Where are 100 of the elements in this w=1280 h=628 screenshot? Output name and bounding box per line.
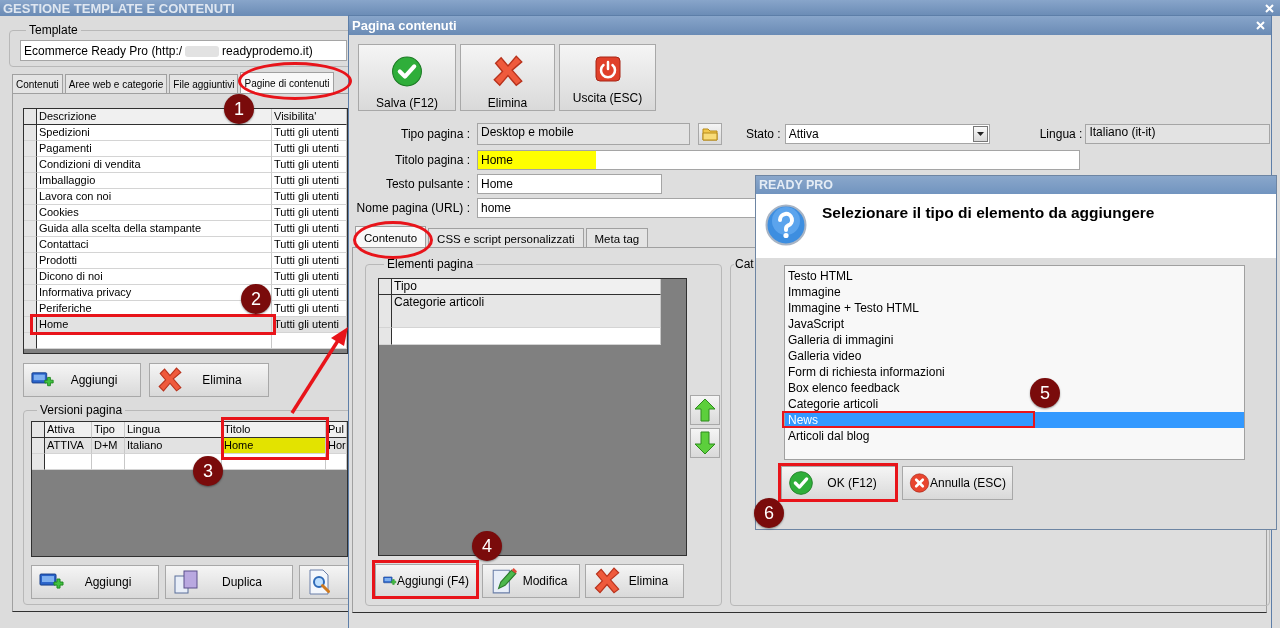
table-cell: Tutti gli utenti [272,269,347,285]
table-cell[interactable]: Pagamenti [37,141,272,157]
tab[interactable]: Meta tag [585,228,649,247]
field-label: Stato : [746,127,781,141]
tab[interactable]: Pagine di contenuti [240,72,334,93]
question-icon [765,204,807,246]
tab[interactable]: Aree web e categorie [64,74,168,93]
table-cell: Tutti gli utenti [272,253,347,269]
documents-icon [173,569,199,595]
table-cell: Tutti gli utenti [272,317,347,333]
column-header: Tipo [92,422,125,438]
window-title: GESTIONE TEMPLATE E CONTENUTI [3,0,235,16]
list-item[interactable]: Galleria di immagini [785,332,897,348]
folder-button[interactable] [698,123,722,145]
table-cell[interactable]: Condizioni di vendita [37,157,272,173]
group-label: Elementi pagina [386,257,475,271]
group-label: Template [28,23,79,37]
table-cell[interactable]: Lavora con noi [37,189,272,205]
add-button[interactable]: Aggiungi [23,363,141,397]
folder-icon [702,127,718,141]
field-label: Lingua : [1039,127,1083,141]
duplicate-button[interactable]: Duplica [165,565,293,599]
table-cell[interactable]: Contattaci [37,237,272,253]
move-up-button[interactable] [690,395,720,425]
table-cell[interactable]: ATTIVA [45,438,92,454]
list-item[interactable]: Immagine [785,284,844,300]
table-cell: Tutti gli utenti [272,205,347,221]
list-item[interactable]: Articoli dal blog [785,428,873,444]
table-cell[interactable]: Guida alla scelta della stampante [37,221,272,237]
table-cell: Home [222,438,326,454]
button-text-field[interactable]: Home [477,174,662,194]
arrow-up-icon [694,398,716,422]
title-field[interactable]: Home [477,150,1080,170]
table-cell: Tutti gli utenti [272,157,347,173]
tab[interactable]: Contenuti [12,74,63,93]
table-cell[interactable]: Cookies [37,205,272,221]
table-cell[interactable]: Spedizioni [37,125,272,141]
table-cell: Tutti gli utenti [272,141,347,157]
list-item[interactable]: Testo HTML [785,268,856,284]
template-field[interactable]: Ecommerce Ready Pro (http:/ readyprodemo.it) [20,40,347,61]
move-down-button[interactable] [690,428,720,458]
window-title: Pagina contenuti [352,18,457,33]
field-label: Testo pulsante : [384,177,470,191]
power-icon [593,55,622,83]
dropdown-button[interactable] [972,126,988,142]
table-cell[interactable]: Imballaggio [37,173,272,189]
table-cell: Italiano [125,438,222,454]
table-cell: Categorie articoli [392,295,661,328]
table-cell: Tutti gli utenti [272,189,347,205]
language-field[interactable]: Italiano (it-it) [1085,124,1271,144]
tab[interactable]: File aggiuntivi [169,74,239,93]
list-item[interactable]: Categorie articoli [785,396,882,412]
table-cell: Tutti gli utenti [272,125,347,141]
column-header: Titolo [222,422,326,438]
edit-button[interactable]: Modifica [482,564,580,598]
list-item[interactable]: Immagine + Testo HTML [785,300,922,316]
dialog-message: Selezionare il tipo di elemento da aggiungere [822,204,1155,223]
add-button[interactable]: Aggiungi (F4) [375,564,477,598]
delete-button[interactable]: Elimina [149,363,269,397]
page-type-field[interactable]: Desktop e mobile [477,123,690,145]
check-icon [788,470,814,496]
list-item[interactable]: JavaScript [785,316,848,332]
arrow-down-icon [694,431,716,455]
close-icon[interactable] [1256,21,1265,30]
close-icon[interactable] [1265,3,1274,13]
cancel-icon [909,470,930,496]
caret-icon [976,132,984,136]
preview-button[interactable] [299,565,349,599]
table-cell: Tutti gli utenti [272,301,347,317]
delete-icon [593,567,621,595]
ok-button[interactable]: OK (F12) [781,466,897,500]
exit-button[interactable]: Uscita (ESC) [559,44,656,111]
table-cell: Tutti gli utenti [272,173,347,189]
table-cell[interactable]: Prodotti [37,253,272,269]
status-select[interactable]: Attiva [784,124,990,144]
group-label: Cat [734,257,755,271]
table-cell [92,454,125,470]
column-header: Tipo [392,279,661,295]
column-header: Attiva [45,422,92,438]
table-cell: D+M [92,438,125,454]
table-cell[interactable]: Dicono di noi [37,269,272,285]
list-item[interactable]: Galleria video [785,348,865,364]
cancel-button[interactable]: Annulla (ESC) [902,466,1013,500]
column-header: Lingua [125,422,222,438]
list-item[interactable]: Form di richiesta informazioni [785,364,948,380]
add-button[interactable]: Aggiungi [31,565,159,599]
table-cell [326,454,347,470]
document-pencil-icon [490,567,518,595]
table-cell: Tutti gli utenti [272,285,347,301]
table-cell[interactable]: Home [37,317,272,333]
delete-button[interactable]: Elimina [585,564,684,598]
check-icon [390,55,424,88]
delete-button[interactable]: Elimina [460,44,555,111]
tab[interactable]: CSS e script personalizzati [428,228,584,247]
window-title: READY PRO [759,178,834,192]
field-label: Tipo pagina : [400,127,470,141]
list-item[interactable]: Box elenco feedback [785,380,903,396]
save-button[interactable]: Salva (F12) [358,44,456,111]
tab[interactable]: Contenuto [355,226,427,247]
column-header: Visibilita' [272,109,347,125]
